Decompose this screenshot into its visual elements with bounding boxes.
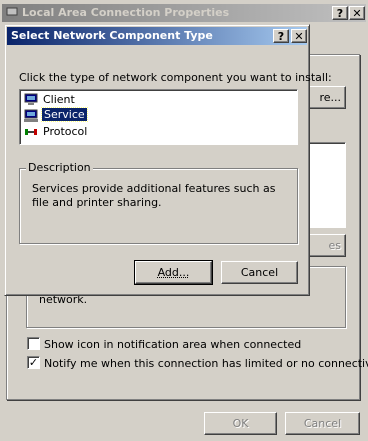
notify-label[interactable]: Notify me when this connection has limit… xyxy=(44,357,368,370)
properties-close-button[interactable]: ✕ xyxy=(349,6,365,20)
notify-checkbox[interactable]: ✓ xyxy=(27,356,40,369)
dialog-help-button[interactable]: ? xyxy=(273,29,289,43)
properties-cancel-label: Cancel xyxy=(304,417,341,430)
instruction-text: Click the type of network component you … xyxy=(19,71,332,84)
dialog-cancel-button[interactable]: Cancel xyxy=(221,261,298,284)
list-item-label: Client xyxy=(43,93,75,106)
select-component-dialog: Select Network Component Type ? ✕ Click … xyxy=(4,24,310,296)
service-icon xyxy=(24,109,38,123)
list-item-label: Protocol xyxy=(43,125,87,138)
network-connection-icon xyxy=(5,6,19,20)
dialog-titlebar[interactable]: Select Network Component Type ? ✕ xyxy=(7,27,307,45)
description-group: Description Services provide additional … xyxy=(19,168,298,244)
properties-help-button[interactable]: ? xyxy=(332,6,348,20)
ok-button-label: OK xyxy=(233,417,249,430)
component-type-list[interactable]: Client Service Protocol xyxy=(19,89,298,145)
add-button[interactable]: Add... xyxy=(135,261,212,284)
dialog-title: Select Network Component Type xyxy=(11,29,213,42)
configure-button-label: re... xyxy=(319,91,341,104)
ok-button[interactable]: OK xyxy=(204,412,277,435)
description-text: Services provide additional features suc… xyxy=(32,182,290,210)
properties-title: Local Area Connection Properties xyxy=(22,6,229,19)
properties-titlebar[interactable]: Local Area Connection Properties ? ✕ xyxy=(2,4,366,22)
show-icon-label[interactable]: Show icon in notification area when conn… xyxy=(44,338,301,351)
properties-button-label: es xyxy=(329,239,342,252)
properties-cancel-button[interactable]: Cancel xyxy=(285,412,360,435)
add-button-label: Add... xyxy=(158,266,190,279)
dialog-close-button[interactable]: ✕ xyxy=(291,29,307,43)
protocol-icon xyxy=(24,125,38,139)
list-item-label-selected: Service xyxy=(42,108,87,121)
show-icon-checkbox[interactable] xyxy=(27,337,40,350)
client-icon xyxy=(24,93,38,107)
description-title: Description xyxy=(26,161,93,174)
dialog-cancel-label: Cancel xyxy=(241,266,278,279)
